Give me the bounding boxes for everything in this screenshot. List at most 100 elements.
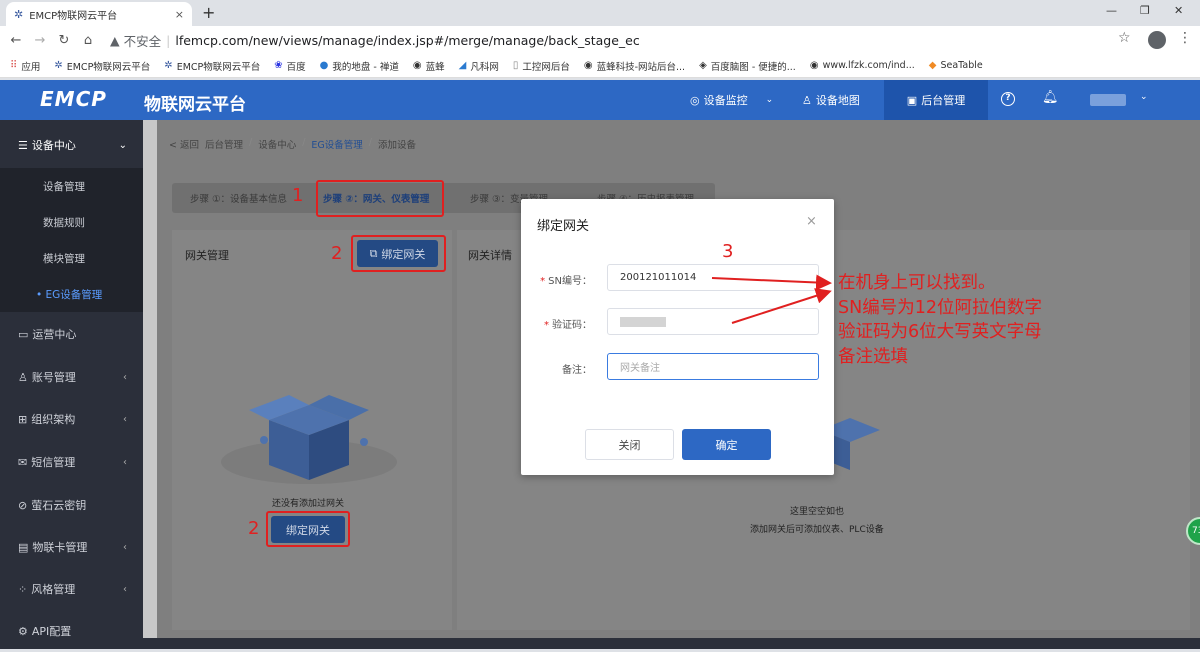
breadcrumb-item[interactable]: 后台管理 — [205, 137, 243, 151]
sidebar-subitem-active[interactable]: • EG设备管理 — [0, 276, 143, 312]
bind-gateway-button[interactable]: ⧉ 绑定网关 — [357, 240, 438, 267]
org-icon: ⊞ — [18, 412, 28, 426]
empty-gateway-text: 还没有添加过网关 — [272, 499, 345, 509]
sidebar-scrollbar[interactable] — [143, 120, 157, 638]
chevron-down-icon[interactable]: ⌄ — [1140, 92, 1148, 102]
globe-icon: ◉ — [583, 60, 593, 71]
bookmark-item[interactable]: ◆ SeaTable — [929, 60, 983, 71]
sim-card-icon: ▤ — [18, 540, 29, 554]
user-name-blurred[interactable] — [1090, 94, 1126, 106]
dialog-close-icon[interactable]: × — [806, 214, 817, 229]
empty-detail-hint: 添加网关后可添加仪表、PLC设备 — [750, 525, 884, 535]
baidu-icon: ❀ — [274, 60, 283, 71]
bell-icon[interactable]: 🔔︎ — [1042, 90, 1059, 105]
breadcrumb-back[interactable]: < 返回 — [169, 137, 199, 151]
sidebar-item[interactable]: ▭ 运营中心 — [0, 313, 143, 355]
home-icon[interactable]: ⌂ — [76, 33, 100, 48]
sidebar-subitem[interactable]: 模块管理 — [0, 240, 143, 276]
emcp-favicon-icon: ✲ — [14, 7, 24, 21]
sidebar-subitem[interactable]: 设备管理 — [0, 168, 143, 204]
minimize-icon[interactable]: — — [1106, 4, 1117, 17]
key-icon: ⊘ — [18, 498, 28, 512]
sn-label: * SN编号： — [540, 276, 592, 287]
annotation-number: 2 — [248, 518, 260, 539]
logo-text: 物联网云平台 — [144, 95, 246, 115]
bind-gateway-button-bottom[interactable]: 绑定网关 — [271, 516, 345, 543]
sidebar-item-device-center[interactable]: ☰ 设备中心 ⌄ — [0, 124, 143, 166]
bookmark-item[interactable]: ◉ 蓝蜂科技-网站后台... — [584, 59, 685, 73]
annotation-number: 3 — [722, 241, 734, 262]
warning-icon: ▲ — [110, 32, 120, 48]
sidebar-item[interactable]: ▤ 物联卡管理 ‹ — [0, 526, 143, 568]
browser-tab[interactable]: ✲ EMCP物联网云平台 × — [6, 2, 192, 26]
sidebar-item[interactable]: ♙ 账号管理 ‹ — [0, 356, 143, 398]
logo: EMCP — [40, 87, 107, 111]
maximize-icon[interactable]: ❐ — [1140, 4, 1150, 17]
annotation-number: 2 — [331, 243, 343, 264]
sidebar-item[interactable]: ⊘ 萤石云密钥 — [0, 484, 143, 526]
style-icon: ⁘ — [18, 582, 28, 596]
bookmarks-bar: ⠿ 应用 ✲ EMCP物联网云平台 ✲ EMCP物联网云平台 ❀ 百度 ● 我的地盘 - … — [0, 54, 1200, 78]
forward-arrow-icon[interactable]: → — [28, 33, 52, 48]
bookmark-item[interactable]: ◈ 百度脑图 - 便捷的... — [699, 59, 796, 73]
sn-value: 200121011014 — [620, 272, 697, 283]
breadcrumb-item[interactable]: EG设备管理 — [311, 137, 362, 151]
breadcrumb: < 返回 后台管理 / 设备中心 / EG设备管理 / 添加设备 — [169, 137, 416, 151]
breadcrumb-current: 添加设备 — [378, 140, 417, 151]
annotation-line: SN编号为12位阿拉伯数字 — [838, 297, 1042, 318]
tab-close-icon[interactable]: × — [175, 8, 184, 21]
device-icon: ☰ — [18, 138, 28, 152]
admin-icon: ▣ — [906, 93, 918, 107]
reload-icon[interactable]: ↻ — [52, 33, 76, 48]
sidebar-subitem[interactable]: 数据规则 — [0, 204, 143, 240]
bookmark-item[interactable]: ▯ 工控网后台 — [513, 59, 570, 73]
close-window-icon[interactable]: ✕ — [1174, 4, 1183, 17]
breadcrumb-separator: / — [368, 137, 372, 148]
cancel-button[interactable]: 关闭 — [585, 429, 674, 460]
chevron-left-icon: ‹ — [123, 371, 127, 383]
breadcrumb-item[interactable]: 设备中心 — [258, 137, 296, 151]
url-bar[interactable]: ▲ 不安全 | lfemcp.com /new/views/manage/ind… — [110, 30, 640, 50]
sidebar-item[interactable]: ⊞ 组织架构 ‹ — [0, 398, 143, 440]
bookmark-star-icon[interactable]: ☆ — [1118, 30, 1131, 46]
confirm-button[interactable]: 确定 — [682, 429, 771, 460]
taskbar — [0, 638, 1200, 649]
browser-menu-icon[interactable]: ⋮ — [1178, 30, 1192, 46]
bind-gateway-dialog — [521, 199, 834, 475]
bookmark-item[interactable]: ◉ www.lfzk.com/ind... — [810, 60, 915, 71]
help-icon[interactable]: ? — [1001, 92, 1015, 106]
bookmark-item[interactable]: ✲ EMCP物联网云平台 — [54, 59, 150, 73]
sidebar-item[interactable]: ⁘ 风格管理 ‹ — [0, 568, 143, 610]
chevron-down-icon: ⌄ — [765, 95, 774, 105]
nav-device-map[interactable]: ♙ 设备地图 — [802, 80, 860, 120]
nav-admin[interactable]: ▣ 后台管理 — [884, 80, 988, 120]
annotation-text: 在机身上可以找到。 SN编号为12位阿拉伯数字 验证码为6位大写英文字母 备注选… — [838, 271, 1042, 369]
bookmark-item[interactable]: ⠿ 应用 — [10, 59, 40, 73]
account-avatar-icon[interactable] — [1148, 31, 1166, 49]
bookmark-item[interactable]: ● 我的地盘 - 禅道 — [320, 59, 399, 73]
emcp-icon: ✲ — [164, 60, 173, 71]
annotation-arrows — [711, 274, 832, 324]
globe-icon: ◉ — [412, 60, 422, 71]
chevron-left-icon: ‹ — [123, 583, 127, 595]
bookmark-item[interactable]: ◢ 凡科网 — [459, 59, 499, 73]
api-icon: ⚙︎ — [18, 624, 28, 638]
sms-icon: ✉ — [18, 455, 28, 469]
note-input[interactable]: 网关备注 — [607, 353, 819, 380]
sidebar-item[interactable]: ✉ 短信管理 ‹ — [0, 441, 143, 483]
bind-icon: ⧉ — [369, 246, 378, 260]
bookmark-item[interactable]: ◉ 蓝蜂 — [413, 59, 445, 73]
chevron-down-icon: ⌄ — [118, 139, 127, 151]
bookmark-item[interactable]: ✲ EMCP物联网云平台 — [164, 59, 260, 73]
globe-icon: ◉ — [809, 60, 819, 71]
annotation-line: 在机身上可以找到。 — [838, 273, 996, 293]
back-arrow-icon[interactable]: ← — [4, 33, 28, 48]
empty-detail-text: 这里空空如也 — [790, 507, 845, 517]
bookmark-item[interactable]: ❀ 百度 — [274, 59, 305, 73]
globe-icon: ● — [319, 60, 329, 71]
step-1[interactable]: 步骤 ①：设备基本信息 — [190, 191, 287, 205]
chevron-left-icon: ‹ — [123, 456, 127, 468]
empty-box-illustration — [221, 395, 397, 484]
new-tab-button[interactable]: + — [202, 3, 215, 22]
nav-device-monitor[interactable]: ◎ 设备监控 ⌄ — [690, 80, 773, 120]
